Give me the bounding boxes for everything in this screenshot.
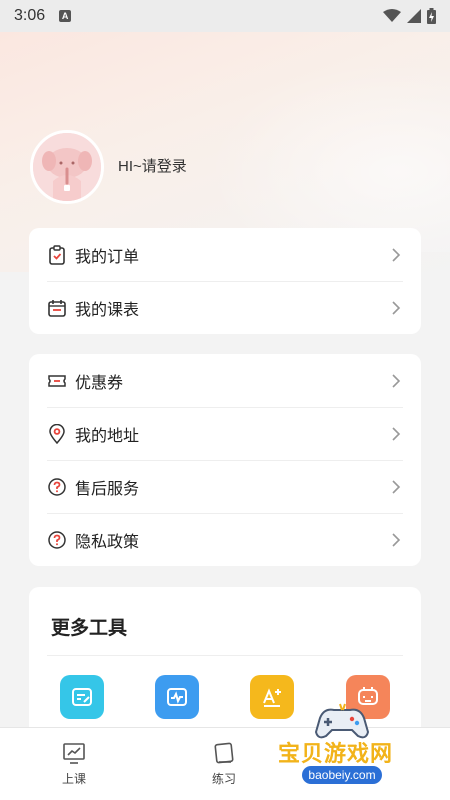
tool-note-button[interactable] <box>60 675 104 719</box>
elephant-avatar-icon <box>33 133 101 201</box>
question-circle-icon <box>47 530 67 550</box>
wifi-icon <box>383 9 401 22</box>
menu-item-after-sales[interactable]: 售后服务 <box>29 460 421 513</box>
menu-item-orders[interactable]: 我的订单 <box>29 228 421 281</box>
orders-card: 我的订单 我的课表 <box>29 228 421 334</box>
menu-item-label: 优惠券 <box>75 374 124 392</box>
divider <box>47 655 403 656</box>
signal-icon <box>407 9 421 23</box>
services-card: 优惠券 我的地址 售后服务 隐私政策 <box>29 354 421 566</box>
avatar[interactable] <box>30 130 104 204</box>
status-bar: 3:06 A <box>0 0 450 32</box>
notification-icon: A <box>59 10 72 22</box>
question-circle-icon <box>47 477 67 497</box>
chart-board-icon <box>63 743 85 764</box>
watermark-url: baobeiy.com <box>302 766 382 784</box>
chevron-right-icon <box>392 300 401 315</box>
note-edit-icon <box>72 688 92 706</box>
tool-chart-button[interactable] <box>155 675 199 719</box>
menu-item-label: 我的订单 <box>75 248 140 266</box>
chevron-right-icon <box>392 373 401 388</box>
chevron-right-icon <box>392 426 401 441</box>
menu-item-label: 售后服务 <box>75 480 140 498</box>
menu-item-schedule[interactable]: 我的课表 <box>29 281 421 334</box>
menu-item-label: 我的地址 <box>75 427 140 445</box>
menu-item-label: 隐私政策 <box>75 533 140 551</box>
battery-icon <box>427 8 436 24</box>
menu-item-address[interactable]: 我的地址 <box>29 407 421 460</box>
menu-item-privacy-policy[interactable]: 隐私政策 <box>29 513 421 566</box>
coupon-icon <box>47 371 67 391</box>
tab-class[interactable]: 上课 <box>29 728 119 800</box>
status-indicators <box>383 8 436 24</box>
chevron-right-icon <box>392 479 401 494</box>
menu-item-label: 我的课表 <box>75 301 140 319</box>
watermark-title: 宝贝游戏网 <box>278 741 394 766</box>
notebook-icon <box>214 742 234 764</box>
tab-practice[interactable]: 练习 <box>179 728 269 800</box>
tab-label: 上课 <box>61 772 86 786</box>
chevron-right-icon <box>392 247 401 262</box>
clipboard-check-icon <box>47 244 67 265</box>
watermark: 宝贝游戏网 baobeiy.com <box>272 700 422 798</box>
tools-title: 更多工具 <box>51 618 128 639</box>
tab-label: 练习 <box>211 772 236 786</box>
calendar-icon <box>47 298 67 318</box>
status-time: 3:06 <box>14 7 46 24</box>
chevron-right-icon <box>392 532 401 547</box>
image-chart-icon <box>167 688 187 706</box>
login-prompt[interactable]: HI~请登录 <box>118 155 187 176</box>
location-pin-icon <box>47 423 67 444</box>
menu-item-coupons[interactable]: 优惠券 <box>29 354 421 407</box>
